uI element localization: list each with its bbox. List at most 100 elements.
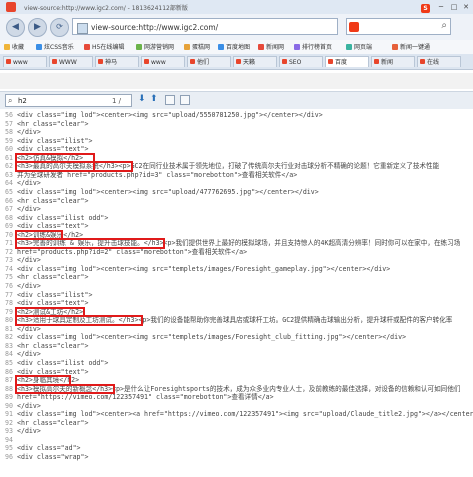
search-input[interactable]: ⌕ — [346, 18, 451, 35]
browser-tab[interactable]: SEO — [279, 56, 323, 67]
line-number: 68 — [5, 213, 13, 222]
tab-strip: www WWW 神马 www 他们 天籁 SEO 百度 新闻 在线 — [0, 54, 473, 70]
close-window-button[interactable]: ✕ — [461, 3, 471, 11]
navigation-bar: ◀ ▶ ⟳ view-source:http://www.igc2.com/ ⌕ — [0, 14, 473, 41]
find-bar: ⌕ h2 1 / 10 ⬇ ⬆ — [0, 91, 473, 117]
find-previous-button[interactable]: ⬆ — [150, 94, 158, 104]
line-number: 75 — [5, 273, 13, 282]
line-number: 73 — [5, 256, 13, 265]
line-number: 58 — [5, 128, 13, 137]
browser-tab[interactable]: www — [141, 56, 185, 67]
line-number: 62 — [5, 162, 13, 171]
bookmark-item[interactable]: 排行榜首页 — [294, 42, 332, 51]
find-next-button[interactable]: ⬇ — [138, 94, 146, 104]
line-text: </div> — [17, 350, 41, 359]
line-text: </div> — [17, 256, 41, 265]
bookmark-item[interactable]: 网游营销网 — [136, 42, 174, 51]
highlight-box — [15, 383, 115, 395]
line-text: <hr class="clear"> — [17, 418, 89, 427]
line-text: <div class="img lod"><center><img src="u… — [17, 111, 323, 119]
source-view: 56 <div class="img lod"><center><img src=… — [0, 109, 473, 477]
address-bar[interactable]: view-source:http://www.igc2.com/ — [72, 18, 338, 35]
browser-logo-icon — [6, 2, 16, 12]
line-number: 93 — [5, 427, 13, 436]
tab-favicon-icon — [374, 59, 379, 64]
forward-button[interactable]: ▶ — [28, 18, 47, 37]
line-text: </div> — [17, 179, 41, 188]
line-number: 88 — [5, 384, 13, 393]
line-number: 61 — [5, 153, 13, 162]
bookmark-item[interactable]: 新闻一键通 — [392, 42, 430, 51]
search-icon[interactable]: ⌕ — [441, 20, 447, 31]
browser-tab[interactable]: 天籁 — [233, 56, 277, 67]
browser-tab[interactable]: WWW — [49, 56, 93, 67]
tab-favicon-icon — [420, 59, 425, 64]
line-text: </div> — [17, 401, 41, 410]
bookmark-item[interactable]: 网页端 — [346, 42, 372, 51]
bookmark-item[interactable]: 收藏 — [4, 42, 24, 51]
bookmark-item[interactable]: 蛋糕网 — [184, 42, 210, 51]
line-number: 87 — [5, 376, 13, 385]
minimize-button[interactable]: ─ — [436, 3, 446, 11]
bookmarks-bar: 收藏 炫CSS音乐 H5在线编辑 网游营销网 蛋糕网 百度地图 新闻网 排行榜首… — [0, 40, 473, 55]
bookmark-icon — [4, 44, 10, 50]
line-text: <div class="img lod"><center><img src="u… — [17, 187, 319, 196]
tab-favicon-icon — [144, 59, 149, 64]
line-text: <hr class="clear"> — [17, 273, 89, 282]
line-text: <div class="wrap"> — [17, 453, 89, 461]
line-number: 79 — [5, 307, 13, 316]
line-text: </div> — [17, 205, 41, 214]
browser-tab[interactable]: 神马 — [95, 56, 139, 67]
line-text: <hr class="clear"> — [17, 196, 89, 205]
line-text: <div class="ilist"> — [17, 136, 93, 145]
line-text: </div> — [17, 427, 41, 436]
line-number: 63 — [5, 170, 13, 179]
refresh-button[interactable]: ⟳ — [50, 18, 69, 37]
line-text: </div> — [17, 128, 41, 137]
line-number: 69 — [5, 222, 13, 231]
line-number: 56 — [5, 111, 13, 119]
browser-tab[interactable]: 他们 — [187, 56, 231, 67]
browser-tab[interactable]: www — [3, 56, 47, 67]
bookmark-item[interactable]: H5在线编辑 — [84, 42, 124, 51]
line-number: 90 — [5, 401, 13, 410]
line-number: 59 — [5, 136, 13, 145]
bookmark-icon — [294, 44, 300, 50]
line-text: <hr class="clear"> — [17, 119, 89, 128]
line-number: 70 — [5, 230, 13, 239]
bookmark-item[interactable]: 百度地图 — [218, 42, 250, 51]
tab-favicon-icon — [282, 59, 287, 64]
line-number: 84 — [5, 350, 13, 359]
search-engine-icon — [349, 22, 359, 32]
bookmark-icon — [392, 44, 398, 50]
bookmark-item[interactable]: 炫CSS音乐 — [36, 42, 74, 51]
browser-tab[interactable]: 新闻 — [371, 56, 415, 67]
back-button[interactable]: ◀ — [6, 18, 25, 37]
line-number: 94 — [5, 435, 13, 444]
line-number: 81 — [5, 324, 13, 333]
find-query: h2 — [18, 97, 27, 105]
browser-tab-active[interactable]: 百度 — [325, 56, 369, 67]
source-top-lines — [0, 70, 473, 91]
browser-tab[interactable]: 在线 — [417, 56, 461, 67]
bookmark-icon — [346, 44, 352, 50]
line-text: <div class="ilist odd"> — [17, 213, 109, 222]
line-number: 89 — [5, 393, 13, 402]
tab-favicon-icon — [6, 59, 11, 64]
line-number: 95 — [5, 444, 13, 453]
line-text: <div class="ad"> — [17, 444, 81, 453]
find-input[interactable]: ⌕ h2 1 / 10 — [5, 94, 132, 117]
line-text: <div class="ilist odd"> — [17, 358, 109, 367]
highlight-box — [15, 315, 143, 326]
bookmark-item[interactable]: 新闻网 — [258, 42, 284, 51]
tab-favicon-icon — [328, 59, 333, 64]
bookmark-icon — [184, 44, 190, 50]
match-case-checkbox[interactable] — [165, 95, 175, 105]
line-number: 60 — [5, 145, 13, 154]
line-text: href="https://vimeo.com/122357491" class… — [17, 393, 274, 402]
line-text: <div class="ilist"> — [17, 290, 93, 299]
sogou-logo-icon[interactable]: S — [421, 4, 430, 13]
line-text: <div class="img lod"><center><a href="ht… — [17, 410, 473, 419]
highlight-all-checkbox[interactable] — [180, 95, 190, 105]
maximize-button[interactable]: □ — [449, 3, 459, 11]
